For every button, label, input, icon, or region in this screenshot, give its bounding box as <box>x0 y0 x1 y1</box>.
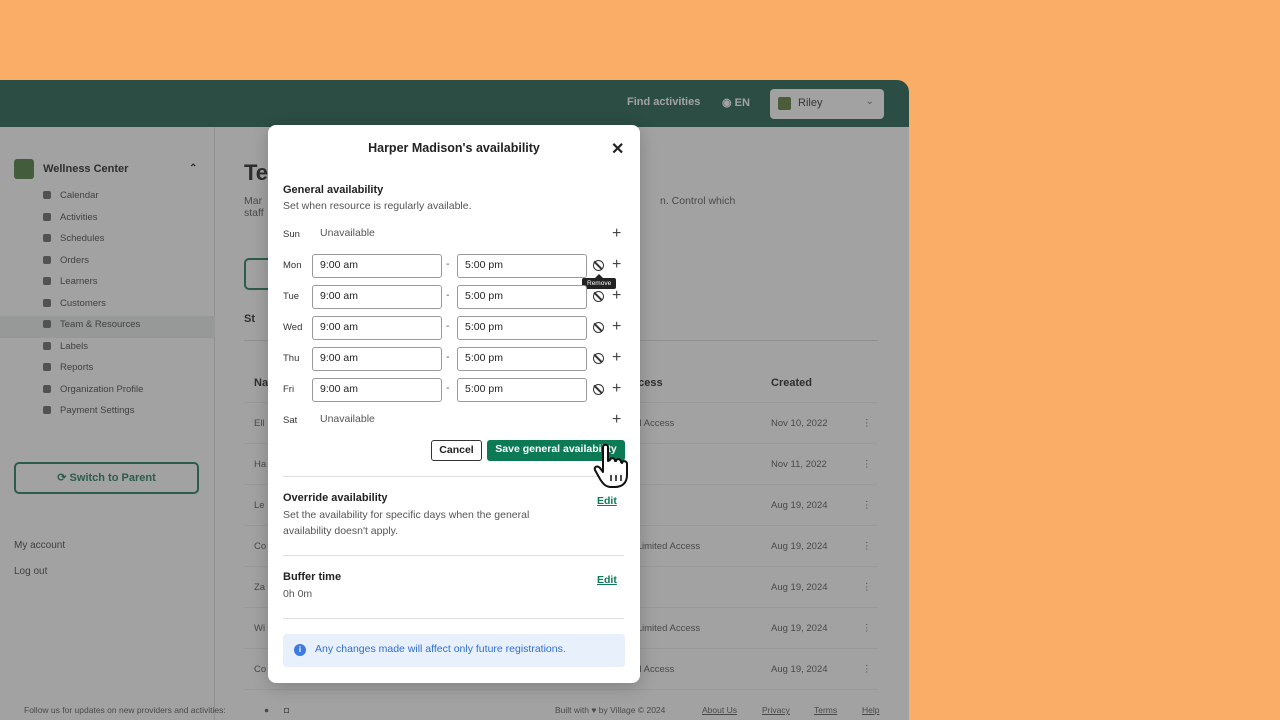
time-separator: - <box>446 382 450 394</box>
day-label-sun: Sun <box>283 229 300 240</box>
add-thu-plus-icon[interactable]: + <box>612 350 621 366</box>
divider <box>283 476 624 477</box>
tue-start-input[interactable]: 9:00 am <box>312 285 442 309</box>
sun-unavailable: Unavailable <box>320 227 375 239</box>
time-separator: - <box>446 351 450 363</box>
override-availability-description: Set the availability for specific days w… <box>283 507 529 539</box>
divider <box>283 618 624 619</box>
day-label-fri: Fri <box>283 384 295 395</box>
fri-end-input[interactable]: 5:00 pm <box>457 378 587 402</box>
wed-end-input[interactable]: 5:00 pm <box>457 316 587 340</box>
sat-unavailable: Unavailable <box>320 413 375 425</box>
override-edit-link[interactable]: Edit <box>597 495 617 507</box>
add-sat-plus-icon[interactable]: + <box>612 412 621 428</box>
divider <box>283 555 624 556</box>
info-text: Any changes made will affect only future… <box>315 643 566 655</box>
day-label-wed: Wed <box>283 322 303 333</box>
override-desc-line: Set the availability for specific days w… <box>283 509 530 521</box>
hand-pointer-cursor-icon <box>593 443 628 488</box>
add-wed-plus-icon[interactable]: + <box>612 319 621 335</box>
override-availability-heading: Override availability <box>283 492 388 504</box>
day-label-sat: Sat <box>283 415 298 426</box>
day-label-tue: Tue <box>283 291 300 302</box>
day-label-mon: Mon <box>283 260 302 271</box>
remove-ban-icon[interactable] <box>593 260 604 271</box>
info-icon: i <box>294 644 306 656</box>
buffer-time-value: 0h 0m <box>283 588 313 600</box>
tue-end-input[interactable]: 5:00 pm <box>457 285 587 309</box>
fri-start-input[interactable]: 9:00 am <box>312 378 442 402</box>
cancel-button[interactable]: Cancel <box>431 440 482 461</box>
add-tue-plus-icon[interactable]: + <box>612 288 621 304</box>
wed-start-input[interactable]: 9:00 am <box>312 316 442 340</box>
time-separator: - <box>446 320 450 332</box>
mon-start-input[interactable]: 9:00 am <box>312 254 442 278</box>
buffer-edit-link[interactable]: Edit <box>597 574 617 586</box>
mon-end-input[interactable]: 5:00 pm <box>457 254 587 278</box>
availability-modal: Harper Madison's availability ✕ General … <box>268 125 640 683</box>
info-banner: i Any changes made will affect only futu… <box>283 634 625 667</box>
thu-start-input[interactable]: 9:00 am <box>312 347 442 371</box>
remove-ban-icon[interactable] <box>593 353 604 364</box>
thu-end-input[interactable]: 5:00 pm <box>457 347 587 371</box>
override-desc-line: availability doesn't apply. <box>283 525 399 537</box>
day-label-thu: Thu <box>283 353 300 364</box>
close-icon[interactable]: ✕ <box>611 139 624 159</box>
remove-ban-icon[interactable] <box>593 322 604 333</box>
add-sun-plus-icon[interactable]: + <box>612 226 621 242</box>
add-fri-plus-icon[interactable]: + <box>612 381 621 397</box>
modal-title: Harper Madison's availability <box>368 141 540 155</box>
remove-ban-icon[interactable] <box>593 384 604 395</box>
buffer-time-heading: Buffer time <box>283 571 342 583</box>
general-availability-description: Set when resource is regularly available… <box>283 200 472 212</box>
remove-ban-icon[interactable] <box>593 291 604 302</box>
add-mon-plus-icon[interactable]: + <box>612 257 621 273</box>
general-availability-heading: General availability <box>283 184 384 196</box>
time-separator: - <box>446 258 450 270</box>
time-separator: - <box>446 289 450 301</box>
